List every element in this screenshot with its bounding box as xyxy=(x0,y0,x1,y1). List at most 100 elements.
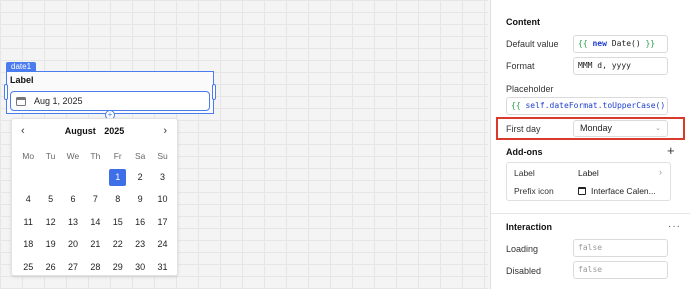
addon-label-value[interactable]: Label xyxy=(578,168,599,178)
calendar-day[interactable]: 9 xyxy=(129,188,151,210)
calendar-day-number: 15 xyxy=(112,216,123,227)
more-options-icon[interactable]: ··· xyxy=(668,221,681,232)
calendar-day-number: 18 xyxy=(23,239,34,250)
section-divider xyxy=(491,213,690,214)
calendar-day-number: 2 xyxy=(137,172,143,182)
calendar-day[interactable]: 30 xyxy=(129,256,151,278)
calendar-day[interactable]: 31 xyxy=(151,256,173,278)
calendar-day-number: 30 xyxy=(135,261,146,272)
calendar-day[interactable]: 16 xyxy=(129,211,151,233)
calendar-day-number: 16 xyxy=(135,216,146,227)
next-month-button[interactable]: › xyxy=(163,125,167,137)
calendar-day-number: 25 xyxy=(23,261,34,272)
weekday-header: Sa xyxy=(134,151,146,161)
calendar-day-number: 17 xyxy=(157,216,168,227)
placeholder-field[interactable]: {{ self.dateFormat.toUpperCase() }} xyxy=(506,97,668,115)
calendar-day[interactable]: 24 xyxy=(151,233,173,255)
calendar-day[interactable]: 18 xyxy=(17,233,39,255)
calendar-day-number: 24 xyxy=(157,239,168,250)
calendar-day-number: 1 xyxy=(109,169,127,186)
addon-label-row[interactable]: Label xyxy=(514,168,535,178)
section-title-interaction: Interaction xyxy=(506,222,553,232)
section-title-content: Content xyxy=(506,17,540,27)
calendar-day[interactable]: 21 xyxy=(84,233,106,255)
calendar-day-number: 7 xyxy=(92,194,98,205)
calendar-day[interactable]: 12 xyxy=(39,211,61,233)
calendar-day-number: 11 xyxy=(23,216,33,227)
date-input-value: Aug 1, 2025 xyxy=(34,96,83,106)
format-field[interactable]: MMM d, yyyy xyxy=(573,57,668,75)
calendar-day[interactable]: 4 xyxy=(17,188,39,210)
calendar-day-number: 19 xyxy=(45,239,56,250)
calendar-day-number: 6 xyxy=(70,194,76,205)
calendar-day-number: 20 xyxy=(67,239,78,250)
calendar-day-number: 8 xyxy=(115,194,121,205)
calendar-day[interactable]: 25 xyxy=(17,256,39,278)
calendar-day[interactable]: 17 xyxy=(151,211,173,233)
addon-prefix-row[interactable]: Prefix icon xyxy=(514,186,554,196)
calendar-month[interactable]: August xyxy=(65,126,96,136)
calendar-day-number: 29 xyxy=(112,261,123,272)
loading-label: Loading xyxy=(506,244,539,254)
addon-prefix-value[interactable]: Interface Calen... xyxy=(578,186,656,196)
calendar-day-number: 28 xyxy=(90,261,101,272)
calendar-header: ‹ August 2025 › xyxy=(12,125,177,139)
calendar-day[interactable]: 11 xyxy=(17,211,39,233)
properties-panel: Content Default value {{ new Date() }} F… xyxy=(490,0,690,289)
weekday-header: Tu xyxy=(45,151,56,161)
calendar-day[interactable]: 19 xyxy=(39,233,61,255)
addons-card: Label Label › Prefix icon Interface Cale… xyxy=(506,162,671,201)
calendar-day[interactable]: 2 xyxy=(129,166,151,188)
calendar-title: August 2025 xyxy=(12,126,177,136)
calendar-day-number: 14 xyxy=(90,216,101,227)
calendar-day[interactable]: 5 xyxy=(39,188,61,210)
weekday-header: Fr xyxy=(113,151,122,161)
calendar-year[interactable]: 2025 xyxy=(104,126,124,136)
date-component-label: Label xyxy=(10,75,34,85)
weekday-header: Mo xyxy=(22,151,35,161)
calendar-day[interactable]: 10 xyxy=(151,188,173,210)
calendar-day[interactable]: 26 xyxy=(39,256,61,278)
weekday-header: Su xyxy=(157,151,168,161)
calendar-day-number: 26 xyxy=(45,261,56,272)
calendar-day-number: 23 xyxy=(135,239,146,250)
disabled-field[interactable]: false xyxy=(573,261,668,279)
calendar-icon xyxy=(16,96,26,106)
format-label: Format xyxy=(506,61,535,71)
add-addon-button[interactable]: + xyxy=(667,144,675,157)
calendar-day-number: 9 xyxy=(137,194,143,205)
calendar-day[interactable]: 20 xyxy=(62,233,84,255)
date-input[interactable]: Aug 1, 2025 xyxy=(10,91,210,111)
calendar-day[interactable]: 22 xyxy=(107,233,129,255)
calendar-day[interactable]: 1 xyxy=(107,166,129,188)
calendar-day[interactable]: 8 xyxy=(107,188,129,210)
calendar-day[interactable]: 28 xyxy=(84,256,106,278)
calendar-day-number: 3 xyxy=(160,172,166,182)
calendar-blank xyxy=(17,166,39,188)
calendar-day[interactable]: 7 xyxy=(84,188,106,210)
calendar-blank xyxy=(39,166,61,188)
calendar-day[interactable]: 3 xyxy=(151,166,173,188)
calendar-day[interactable]: 14 xyxy=(84,211,106,233)
disabled-label: Disabled xyxy=(506,266,542,276)
loading-field[interactable]: false xyxy=(573,239,668,257)
chevron-right-icon[interactable]: › xyxy=(659,167,662,177)
calendar-day-number: 21 xyxy=(90,239,101,250)
calendar-day[interactable]: 29 xyxy=(107,256,129,278)
calendar-day[interactable]: 15 xyxy=(107,211,129,233)
calendar-day[interactable]: 6 xyxy=(62,188,84,210)
calendar-day-number: 31 xyxy=(157,261,168,272)
calendar-day[interactable]: 13 xyxy=(62,211,84,233)
calendar-day-number: 22 xyxy=(112,239,123,250)
default-value-field[interactable]: {{ new Date() }} xyxy=(573,35,668,53)
section-title-addons: Add-ons xyxy=(506,147,543,157)
calendar-day[interactable]: 23 xyxy=(129,233,151,255)
default-value-label: Default value xyxy=(506,39,559,49)
calendar-day[interactable]: 27 xyxy=(62,256,84,278)
calendar-blank xyxy=(62,166,84,188)
resize-handle-right[interactable] xyxy=(212,84,216,100)
placeholder-label: Placeholder xyxy=(506,84,554,94)
calendar-day-number: 5 xyxy=(48,194,54,205)
calendar-day-number: 12 xyxy=(45,216,56,227)
resize-handle-left[interactable] xyxy=(4,84,8,100)
